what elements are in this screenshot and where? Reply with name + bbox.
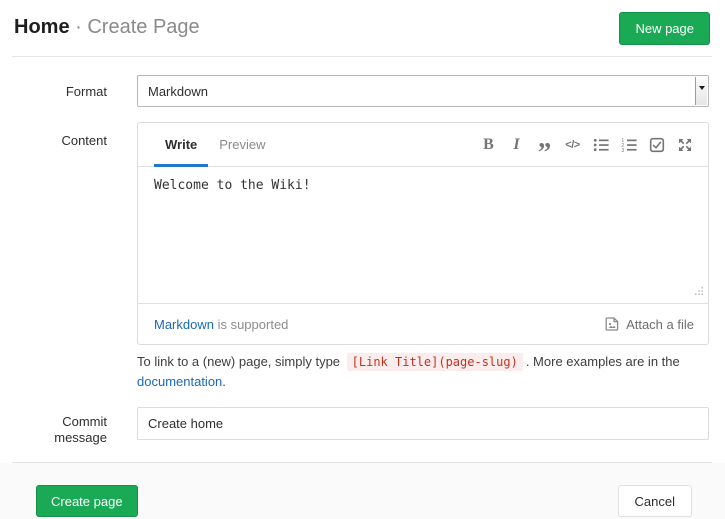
format-selected-value: Markdown xyxy=(148,84,208,99)
format-label: Format xyxy=(0,84,107,100)
breadcrumb: Home · Create Page xyxy=(14,13,200,41)
create-page-button[interactable]: Create page xyxy=(36,485,138,517)
supported-label: is supported xyxy=(214,317,288,332)
markdown-supported-text: Markdown is supported xyxy=(154,317,288,332)
chevron-down-icon xyxy=(699,86,705,90)
fullscreen-icon[interactable] xyxy=(675,131,694,159)
header-divider xyxy=(12,56,712,57)
task-list-icon[interactable] xyxy=(647,131,666,159)
bold-icon[interactable]: B xyxy=(479,131,498,159)
editor-body: Welcome to the Wiki! xyxy=(138,167,708,303)
quote-icon[interactable]: ” xyxy=(535,138,554,166)
markdown-link[interactable]: Markdown xyxy=(154,317,214,332)
select-dropdown-strip[interactable] xyxy=(695,77,707,105)
editor-footer: Markdown is supported Attach a file xyxy=(138,303,708,344)
page-title: Home xyxy=(14,16,70,38)
link-syntax-code: [Link Title](page-slug) xyxy=(347,353,523,371)
wiki-help-text: To link to a (new) page, simply type [Li… xyxy=(137,352,717,392)
attach-file-button[interactable]: Attach a file xyxy=(604,316,694,332)
format-select[interactable]: Markdown xyxy=(137,75,709,107)
breadcrumb-separator: · xyxy=(70,16,88,38)
toolbar-spacer xyxy=(277,123,479,166)
new-page-button[interactable]: New page xyxy=(619,12,710,45)
resize-grip-icon[interactable] xyxy=(694,283,704,301)
attach-file-label: Attach a file xyxy=(626,317,694,332)
code-icon[interactable]: </> xyxy=(563,131,582,159)
help-period: . xyxy=(222,374,226,389)
footer-divider xyxy=(12,462,712,463)
cancel-button[interactable]: Cancel xyxy=(618,485,692,517)
svg-text:3: 3 xyxy=(621,148,624,153)
documentation-link[interactable]: documentation xyxy=(137,374,222,389)
tab-write[interactable]: Write xyxy=(154,123,208,166)
attach-image-icon xyxy=(604,316,620,332)
numbered-list-icon[interactable]: 1 2 3 xyxy=(619,131,638,159)
content-textarea[interactable]: Welcome to the Wiki! xyxy=(138,167,708,303)
help-after-code: . More examples are in the xyxy=(526,354,680,369)
markdown-editor: Write Preview B I ” </> 1 2 xyxy=(137,122,709,345)
tab-preview[interactable]: Preview xyxy=(208,123,276,166)
formatting-toolbar: B I ” </> 1 2 3 xyxy=(479,123,694,166)
commit-message-input[interactable] xyxy=(137,407,709,440)
editor-toolbar: Write Preview B I ” </> 1 2 xyxy=(138,123,708,167)
bulleted-list-icon[interactable] xyxy=(591,131,610,159)
help-before-code: To link to a (new) page, simply type xyxy=(137,354,344,369)
breadcrumb-current: Create Page xyxy=(87,16,199,38)
commit-message-label: Commit message xyxy=(41,414,107,446)
content-label: Content xyxy=(0,133,107,149)
italic-icon[interactable]: I xyxy=(507,131,526,159)
